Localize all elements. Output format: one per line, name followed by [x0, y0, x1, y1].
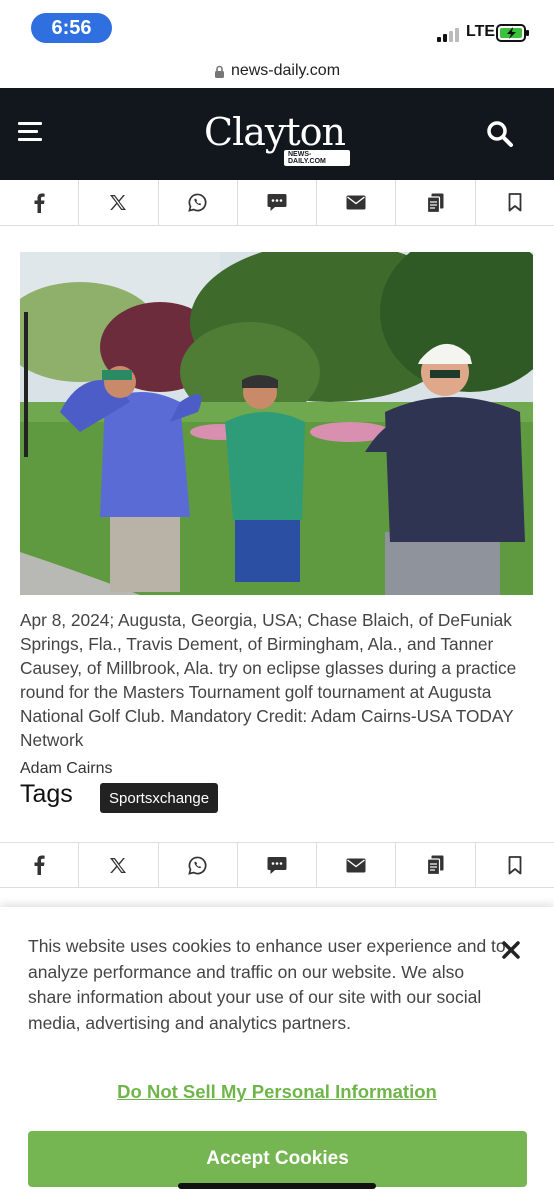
- whatsapp-icon: [188, 193, 207, 212]
- tag-link[interactable]: Sportsxchange: [100, 783, 219, 813]
- photo-caption: Apr 8, 2024; Augusta, Georgia, USA; Chas…: [20, 610, 517, 750]
- share-bar-bottom: [0, 842, 554, 888]
- share-email-button[interactable]: [317, 180, 397, 225]
- facebook-icon: [34, 193, 45, 213]
- site-logo[interactable]: Clayton NEWS-DAILY.COM: [200, 104, 350, 166]
- lock-icon: [214, 65, 224, 78]
- sms-icon: [267, 194, 287, 211]
- facebook-icon: [34, 855, 45, 875]
- share-x-button[interactable]: [79, 843, 159, 887]
- cellular-signal-icon: [437, 26, 463, 42]
- copy-link-icon: [427, 193, 444, 213]
- tags-heading: Tags: [20, 780, 73, 808]
- site-header: Clayton NEWS-DAILY.COM: [0, 88, 554, 180]
- logo-wordmark: Clayton: [204, 110, 346, 154]
- bookmark-button[interactable]: [476, 180, 554, 225]
- x-icon: [110, 857, 127, 873]
- x-icon: [110, 195, 127, 210]
- status-bar: 6:56 LTE: [0, 0, 554, 54]
- menu-icon[interactable]: [18, 122, 42, 142]
- home-indicator[interactable]: [178, 1183, 376, 1189]
- share-email-button[interactable]: [317, 843, 397, 887]
- share-facebook-button[interactable]: [0, 180, 80, 225]
- share-whatsapp-button[interactable]: [159, 843, 238, 887]
- email-icon: [346, 858, 366, 872]
- share-whatsapp-button[interactable]: [159, 180, 238, 225]
- whatsapp-icon: [188, 856, 207, 875]
- url-text: news-daily.com: [230, 62, 341, 79]
- photo-credit: Adam Cairns: [20, 760, 113, 777]
- bookmark-icon: [508, 193, 522, 212]
- network-type: LTE: [466, 23, 496, 40]
- battery-charging-icon: [496, 24, 529, 42]
- share-facebook-button[interactable]: [0, 843, 80, 887]
- bookmark-button[interactable]: [476, 843, 554, 887]
- email-icon: [346, 195, 366, 210]
- share-sms-button[interactable]: [238, 180, 318, 225]
- article-photo[interactable]: [20, 252, 533, 595]
- copy-link-button[interactable]: [396, 843, 476, 887]
- copy-link-button[interactable]: [396, 180, 476, 225]
- do-not-sell-link[interactable]: Do Not Sell My Personal Information: [0, 1081, 554, 1103]
- close-icon[interactable]: [500, 939, 522, 961]
- logo-badge: NEWS-DAILY.COM: [284, 150, 350, 166]
- search-icon[interactable]: [486, 120, 514, 148]
- address-bar[interactable]: news-daily.com: [0, 54, 554, 88]
- cookie-banner: This website uses cookies to enhance use…: [0, 907, 554, 1200]
- share-sms-button[interactable]: [238, 843, 318, 887]
- share-bar-top: [0, 180, 554, 226]
- copy-link-icon: [427, 855, 444, 875]
- sms-icon: [267, 856, 287, 874]
- share-x-button[interactable]: [79, 180, 159, 225]
- status-time: 6:56: [31, 13, 112, 43]
- cookie-message: This website uses cookies to enhance use…: [28, 936, 506, 1033]
- accept-cookies-button[interactable]: Accept Cookies: [28, 1131, 527, 1187]
- bookmark-icon: [508, 855, 522, 874]
